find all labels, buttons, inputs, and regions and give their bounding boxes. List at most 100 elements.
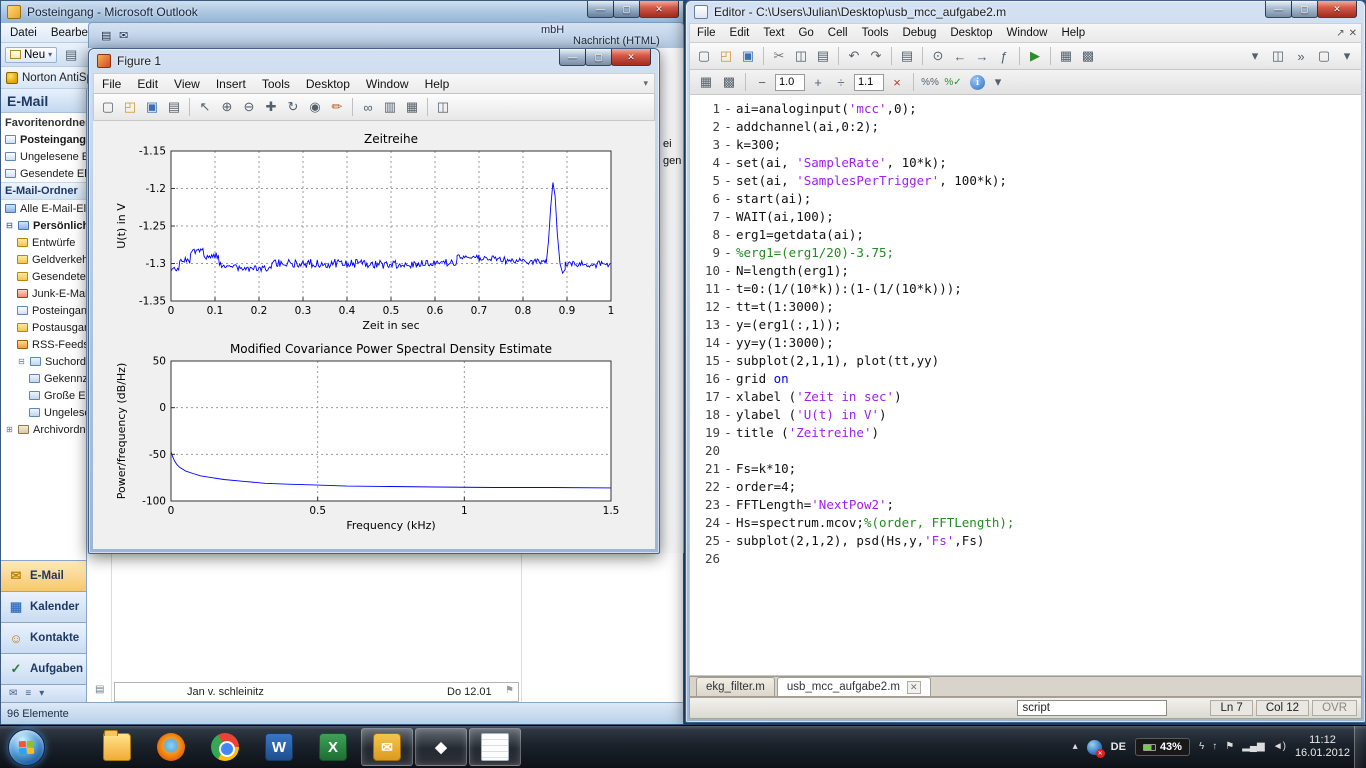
code-line-5[interactable]: 5-set(ai, 'SamplesPerTrigger', 100*k); (690, 172, 1361, 190)
folder-item[interactable]: Entwürfe (1, 234, 86, 251)
print-icon[interactable]: ▤ (897, 46, 917, 66)
tree-expander-icon[interactable]: ⊟ (17, 357, 26, 366)
hidden-icons-button[interactable]: ▴ (1073, 742, 1078, 752)
code-line-9[interactable]: 9-%erg1=(erg1/20)-3.75; (690, 244, 1361, 262)
overwrite-indicator[interactable]: OVR (1312, 700, 1357, 716)
folder-item[interactable]: Gekennzeichnete E-Mails (1, 370, 86, 387)
mail-icon[interactable]: ✉ (119, 29, 128, 42)
taskbar-app-outlook[interactable]: ✉ (361, 728, 413, 766)
brush-icon[interactable]: ✏ (327, 97, 347, 117)
editor-menu-desktop[interactable]: Desktop (943, 26, 999, 40)
code-line-4[interactable]: 4-set(ai, 'SampleRate', 10*k); (690, 154, 1361, 172)
maximize-button[interactable]: ▢ (613, 1, 640, 18)
divide-value-button[interactable]: ÷ (831, 72, 851, 92)
cut-icon[interactable]: ✂ (769, 46, 789, 66)
folder-item[interactable]: Gesendete Elemente (1, 268, 86, 285)
editor-menu-go[interactable]: Go (791, 26, 820, 40)
editor-menu-window[interactable]: Window (1000, 26, 1055, 40)
run-icon[interactable]: ▶ (1025, 46, 1045, 66)
link-icon[interactable]: ∞ (358, 97, 378, 117)
editor-menu-cell[interactable]: Cell (821, 26, 855, 40)
function-icon[interactable]: ƒ (994, 46, 1014, 66)
figure-menu-view[interactable]: View (166, 76, 208, 92)
copy-icon[interactable]: ◫ (791, 46, 811, 66)
paste-icon[interactable]: ▤ (813, 46, 833, 66)
antivirus-tray-icon[interactable]: ✕ (1087, 740, 1102, 755)
editor-tab-usb_mcc_aufgabe2.m[interactable]: usb_mcc_aufgabe2.m✕ (777, 677, 931, 696)
language-indicator[interactable]: DE (1111, 741, 1126, 753)
decrease-value-button[interactable]: − (752, 72, 772, 92)
taskbar-app-explorer[interactable] (91, 728, 143, 766)
rotate-3d-icon[interactable]: ↻ (283, 97, 303, 117)
increase-value-button[interactable]: + (808, 72, 828, 92)
folder-item[interactable]: Junk-E-Mail (1, 285, 86, 302)
printer-icon[interactable]: ▤ (61, 45, 81, 65)
figure-menu-help[interactable]: Help (417, 76, 458, 92)
chevron-down-icon[interactable]: ▾ (988, 72, 1008, 92)
code-line-15[interactable]: 15-subplot(2,1,1), plot(tt,yy) (690, 352, 1361, 370)
back-icon[interactable]: ← (950, 46, 970, 66)
zoom-in-icon[interactable]: ⊕ (217, 97, 237, 117)
dock-plot-icon[interactable]: ◫ (433, 97, 453, 117)
new-mail-button[interactable]: Neu ▾ (5, 47, 57, 63)
legend-icon[interactable]: ▦ (402, 97, 422, 117)
favorite-folder[interactable]: Gesendete Elemente (1, 165, 86, 182)
tray-clock[interactable]: 11:12 16.01.2012 (1295, 734, 1350, 760)
forward-icon[interactable]: → (972, 46, 992, 66)
code-line-23[interactable]: 23-FFTLength='NextPow2'; (690, 496, 1361, 514)
code-editor[interactable]: 1-ai=analoginput('mcc',0);2-addchannel(a… (689, 95, 1362, 676)
nav-button-kontakte[interactable]: ☺Kontakte (1, 622, 86, 653)
network-icon[interactable]: ▂▄▆ (1242, 742, 1264, 752)
redo-icon[interactable]: ↷ (866, 46, 886, 66)
code-line-11[interactable]: 11-t=0:(1/(10*k)):(1-(1/(10*k))); (690, 280, 1361, 298)
cell-a-icon[interactable]: ▦ (696, 72, 716, 92)
code-line-19[interactable]: 19-title ('Zeitreihe') (690, 424, 1361, 442)
editor-menu-text[interactable]: Text (756, 26, 791, 40)
overflow-icon[interactable]: » (1291, 46, 1311, 66)
taskbar-app-chrome[interactable] (199, 728, 251, 766)
code-line-20[interactable]: 20 (690, 442, 1361, 460)
figure-menu-insert[interactable]: Insert (208, 76, 254, 92)
taskbar-app-word[interactable]: W (253, 728, 305, 766)
new-doc-icon[interactable]: ▢ (694, 46, 714, 66)
update-arrow-icon[interactable]: ↑ (1212, 742, 1217, 752)
taskbar-app-firefox[interactable] (145, 728, 197, 766)
minimize-button[interactable]: — (559, 49, 586, 66)
grip-icon[interactable]: ≡ (25, 688, 31, 699)
code-line-2[interactable]: 2-addchannel(ai,0:2); (690, 118, 1361, 136)
code-line-25[interactable]: 25-subplot(2,1,2), psd(Hs,y,'Fs',Fs) (690, 532, 1361, 550)
open-folder-icon[interactable]: ◰ (716, 46, 736, 66)
taskbar-app-notepad[interactable] (469, 728, 521, 766)
chevron-down-icon[interactable]: ▾ (39, 688, 44, 699)
code-line-1[interactable]: 1-ai=analoginput('mcc',0); (690, 100, 1361, 118)
nav-button-kalender[interactable]: ▦Kalender (1, 591, 86, 622)
tree-expander-icon[interactable]: ⊞ (5, 425, 14, 434)
taskbar-app-purple-app[interactable]: ◆ (415, 728, 467, 766)
zoom-out-icon[interactable]: ⊖ (239, 97, 259, 117)
maximize-button[interactable]: ▢ (1291, 1, 1318, 18)
dock-plot-icon[interactable]: ◫ (1268, 46, 1288, 66)
find-icon[interactable]: ⊙ (928, 46, 948, 66)
code-line-18[interactable]: 18-ylabel ('U(t) in V') (690, 406, 1361, 424)
flag-icon[interactable]: ⚑ (505, 685, 514, 696)
cell-value-left[interactable] (775, 74, 805, 91)
figure-menu-file[interactable]: File (94, 76, 129, 92)
cell-b-icon[interactable]: ▩ (719, 72, 739, 92)
chevron-down-icon[interactable]: ▾ (1337, 46, 1357, 66)
colorbar-icon[interactable]: ▥ (380, 97, 400, 117)
print-icon[interactable]: ▤ (164, 97, 184, 117)
data-cursor-icon[interactable]: ◉ (305, 97, 325, 117)
figure-menu-edit[interactable]: Edit (129, 76, 166, 92)
tree-expander-icon[interactable]: ⊟ (5, 221, 14, 230)
folder-item[interactable]: Postausgang (1, 319, 86, 336)
percent-a-icon[interactable]: %% (920, 72, 940, 92)
figure-menu-tools[interactable]: Tools (254, 76, 298, 92)
code-line-10[interactable]: 10-N=length(erg1); (690, 262, 1361, 280)
close-button[interactable]: ✕ (1317, 1, 1357, 18)
menu-overflow-icon[interactable]: ▾ (643, 78, 654, 89)
code-line-21[interactable]: 21-Fs=k*10; (690, 460, 1361, 478)
nav-button-e-mail[interactable]: ✉E-Mail (1, 560, 86, 591)
pan-hand-icon[interactable]: ✚ (261, 97, 281, 117)
folder-item[interactable]: RSS-Feeds (1, 336, 86, 353)
start-button[interactable] (8, 729, 45, 766)
